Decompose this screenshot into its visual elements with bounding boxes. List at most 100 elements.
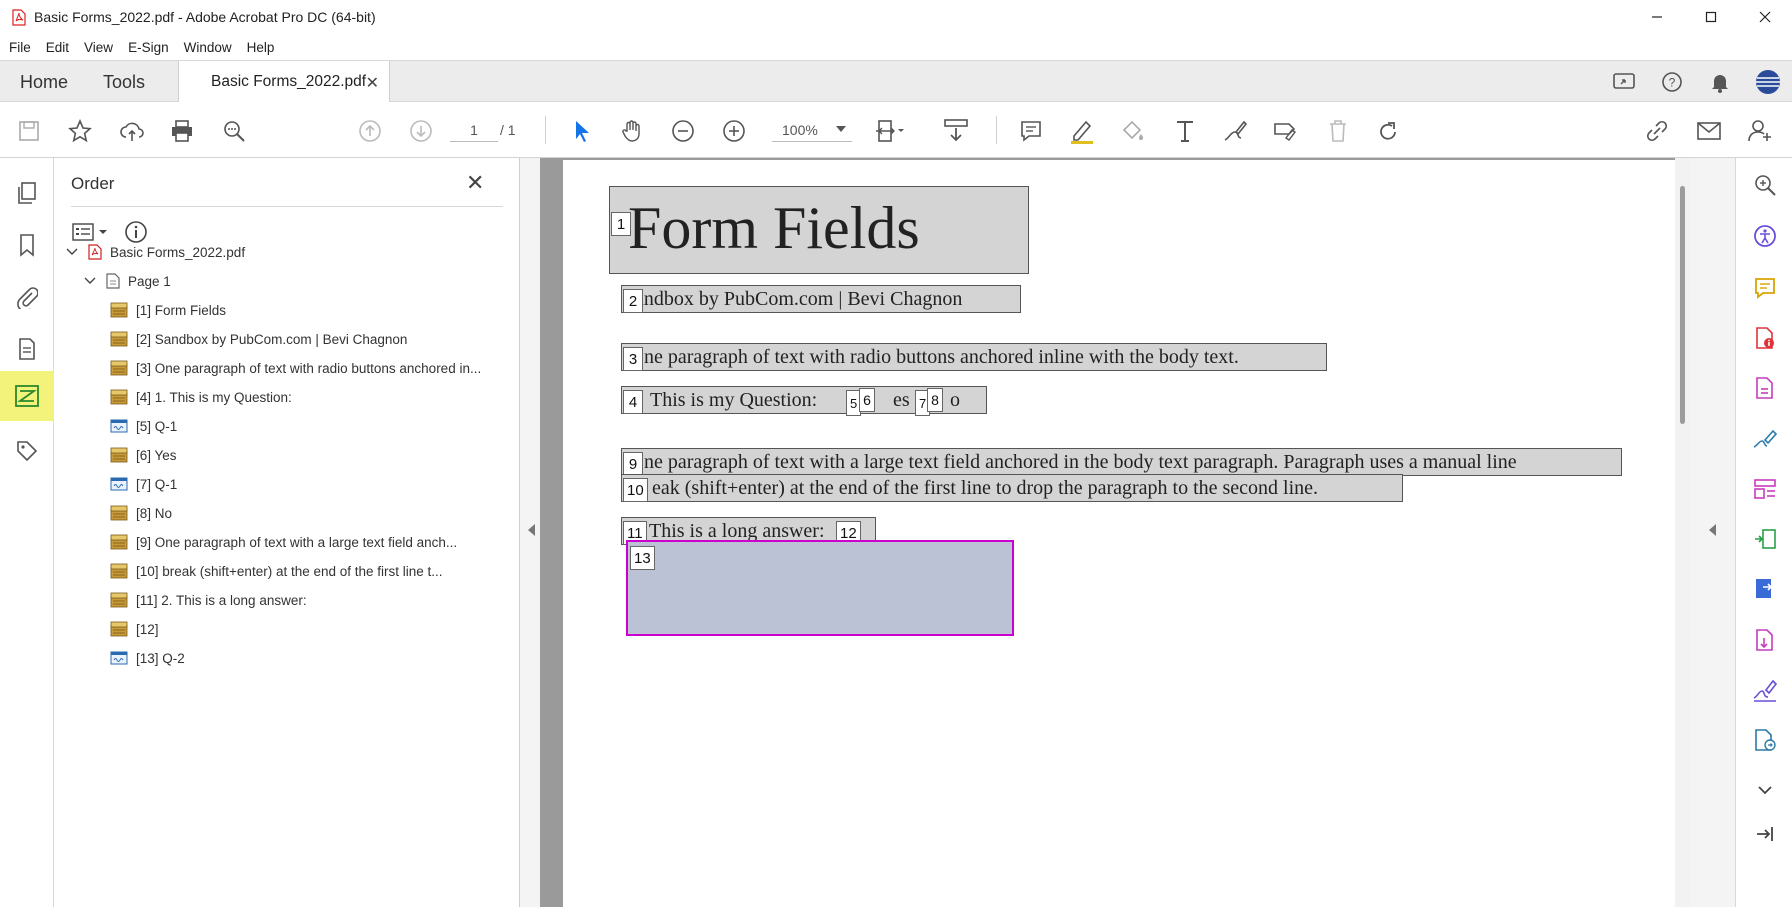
order-list-item[interactable]: [3] One paragraph of text with radio but… bbox=[110, 356, 481, 380]
collapse-left-arrow-icon[interactable] bbox=[528, 524, 535, 536]
attachments-button[interactable] bbox=[0, 272, 54, 322]
share-screen-button[interactable] bbox=[1600, 61, 1648, 103]
tree-root-document[interactable]: Basic Forms_2022.pdf bbox=[66, 240, 245, 264]
content-button[interactable] bbox=[0, 324, 54, 374]
menu-file[interactable]: File bbox=[9, 40, 31, 55]
tab-home[interactable]: Home bbox=[20, 72, 68, 93]
order-list-item[interactable]: [4] 1. This is my Question: bbox=[110, 385, 292, 409]
tree-page-node[interactable]: Page 1 bbox=[84, 269, 171, 293]
share-link-button[interactable] bbox=[1643, 116, 1673, 146]
help-button[interactable]: ? bbox=[1648, 61, 1696, 103]
bookmarks-button[interactable] bbox=[0, 220, 54, 270]
delete-button[interactable] bbox=[1323, 116, 1353, 146]
order-list-item[interactable]: [11] 2. This is a long answer: bbox=[110, 588, 307, 612]
left-navigation-rail bbox=[0, 158, 54, 907]
page-thumbnails-button[interactable] bbox=[0, 168, 54, 218]
maximize-button[interactable] bbox=[1684, 0, 1738, 34]
zoom-in-button[interactable] bbox=[719, 116, 749, 146]
request-signature-tool-button[interactable] bbox=[1736, 668, 1792, 712]
bookmark-star-button[interactable] bbox=[65, 116, 95, 146]
share-user-button[interactable] bbox=[1745, 116, 1775, 146]
options-menu-button[interactable] bbox=[72, 223, 108, 241]
tag-subtitle[interactable]: andbox by PubCom.com | Bevi Chagnon bbox=[621, 285, 1021, 313]
create-pdf-tool-button[interactable] bbox=[1736, 366, 1792, 410]
send-for-review-tool-button[interactable] bbox=[1736, 718, 1792, 762]
menu-view[interactable]: View bbox=[84, 40, 113, 55]
zoom-out-button[interactable] bbox=[668, 116, 698, 146]
previous-page-button[interactable] bbox=[355, 116, 385, 146]
comment-button[interactable] bbox=[1016, 116, 1046, 146]
collapse-right-arrow-icon[interactable] bbox=[1709, 524, 1716, 536]
scroll-mode-button[interactable] bbox=[941, 116, 971, 146]
email-button[interactable] bbox=[1694, 116, 1724, 146]
organize-pages-tool-button[interactable] bbox=[1736, 517, 1792, 561]
tag-form-fields-title[interactable]: Form Fields bbox=[609, 186, 1029, 274]
close-panel-icon[interactable]: ✕ bbox=[466, 170, 484, 196]
menu-help[interactable]: Help bbox=[247, 40, 275, 55]
order-list-item[interactable]: [2] Sandbox by PubCom.com | Bevi Chagnon bbox=[110, 327, 407, 351]
collapse-tools-pane-button[interactable] bbox=[1736, 812, 1792, 856]
order-list-item[interactable]: [7] Q-1 bbox=[110, 472, 177, 496]
order-list-item[interactable]: [8] No bbox=[110, 501, 172, 525]
add-text-button[interactable] bbox=[1170, 116, 1200, 146]
pdf-file-icon bbox=[86, 244, 104, 260]
tags-button[interactable] bbox=[0, 426, 54, 476]
order-list-item[interactable]: [1] Form Fields bbox=[110, 298, 226, 322]
tag-container-icon bbox=[110, 534, 128, 550]
more-tools-button[interactable] bbox=[1736, 768, 1792, 812]
order-list-item[interactable]: [10] break (shift+enter) at the end of t… bbox=[110, 559, 443, 583]
search-tools-button[interactable] bbox=[1736, 163, 1792, 207]
minimize-button[interactable] bbox=[1630, 0, 1684, 34]
order-list-item[interactable]: [9] One paragraph of text with a large t… bbox=[110, 530, 457, 554]
fill-color-button[interactable] bbox=[1118, 116, 1148, 146]
tag-container-icon bbox=[110, 331, 128, 347]
printer-icon bbox=[172, 120, 192, 142]
prepare-form-tool-button[interactable] bbox=[1736, 467, 1792, 511]
vertical-scrollbar[interactable] bbox=[1675, 158, 1691, 907]
tag-paragraph-textfield[interactable]: ne paragraph of text with a large text f… bbox=[621, 448, 1622, 476]
fill-sign-tool-button[interactable] bbox=[1736, 417, 1792, 461]
account-avatar[interactable] bbox=[1744, 61, 1792, 103]
undo-redo-button[interactable] bbox=[1373, 116, 1403, 146]
order-list-item[interactable]: [5] Q-1 bbox=[110, 414, 177, 438]
close-tab-icon[interactable]: ✕ bbox=[366, 73, 379, 93]
menu-esign[interactable]: E-Sign bbox=[128, 40, 169, 55]
compress-pdf-tool-button[interactable] bbox=[1736, 618, 1792, 662]
accessibility-icon bbox=[1753, 225, 1776, 247]
main-toolbar: 1 / 1 100% bbox=[0, 102, 1792, 158]
order-list-item[interactable]: [13] Q-2 bbox=[110, 646, 185, 670]
select-tool-button[interactable] bbox=[567, 116, 597, 146]
order-panel-button[interactable] bbox=[0, 371, 54, 421]
notifications-button[interactable] bbox=[1696, 61, 1744, 103]
chevron-down-icon[interactable] bbox=[66, 246, 78, 258]
accessibility-tool-button[interactable] bbox=[1736, 214, 1792, 258]
comment-tool-button[interactable] bbox=[1736, 266, 1792, 310]
next-page-button[interactable] bbox=[406, 116, 436, 146]
stamp-button[interactable] bbox=[1270, 116, 1300, 146]
upload-cloud-button[interactable] bbox=[117, 116, 147, 146]
page-fit-button[interactable] bbox=[875, 116, 905, 146]
compress-pdf-icon bbox=[1755, 629, 1773, 651]
export-pdf-tool-button[interactable] bbox=[1736, 567, 1792, 611]
hand-tool-button[interactable] bbox=[617, 116, 647, 146]
menu-window[interactable]: Window bbox=[184, 40, 232, 55]
highlight-button[interactable] bbox=[1067, 116, 1097, 146]
tag-paragraph-radio[interactable]: ne paragraph of text with radio buttons … bbox=[621, 343, 1327, 371]
page-number-input[interactable]: 1 bbox=[450, 118, 498, 142]
print-button[interactable] bbox=[167, 116, 197, 146]
draw-button[interactable] bbox=[1220, 116, 1250, 146]
tag-paragraph-line-break[interactable]: eak (shift+enter) at the end of the firs… bbox=[621, 474, 1403, 502]
tab-tools[interactable]: Tools bbox=[103, 72, 145, 93]
save-button[interactable] bbox=[14, 116, 44, 146]
menu-edit[interactable]: Edit bbox=[46, 40, 69, 55]
document-info-tool-button[interactable] bbox=[1736, 316, 1792, 360]
chevron-down-icon[interactable] bbox=[84, 275, 96, 287]
order-list-item[interactable]: [6] Yes bbox=[110, 443, 177, 467]
tab-document[interactable]: Basic Forms_2022.pdf ✕ bbox=[178, 61, 390, 103]
close-window-button[interactable] bbox=[1738, 0, 1792, 34]
find-button[interactable] bbox=[219, 116, 249, 146]
zoom-dropdown-caret-icon[interactable] bbox=[836, 126, 846, 132]
long-answer-text-field[interactable] bbox=[626, 540, 1014, 636]
scrollbar-thumb[interactable] bbox=[1680, 186, 1685, 424]
order-list-item[interactable]: [12] bbox=[110, 617, 159, 641]
